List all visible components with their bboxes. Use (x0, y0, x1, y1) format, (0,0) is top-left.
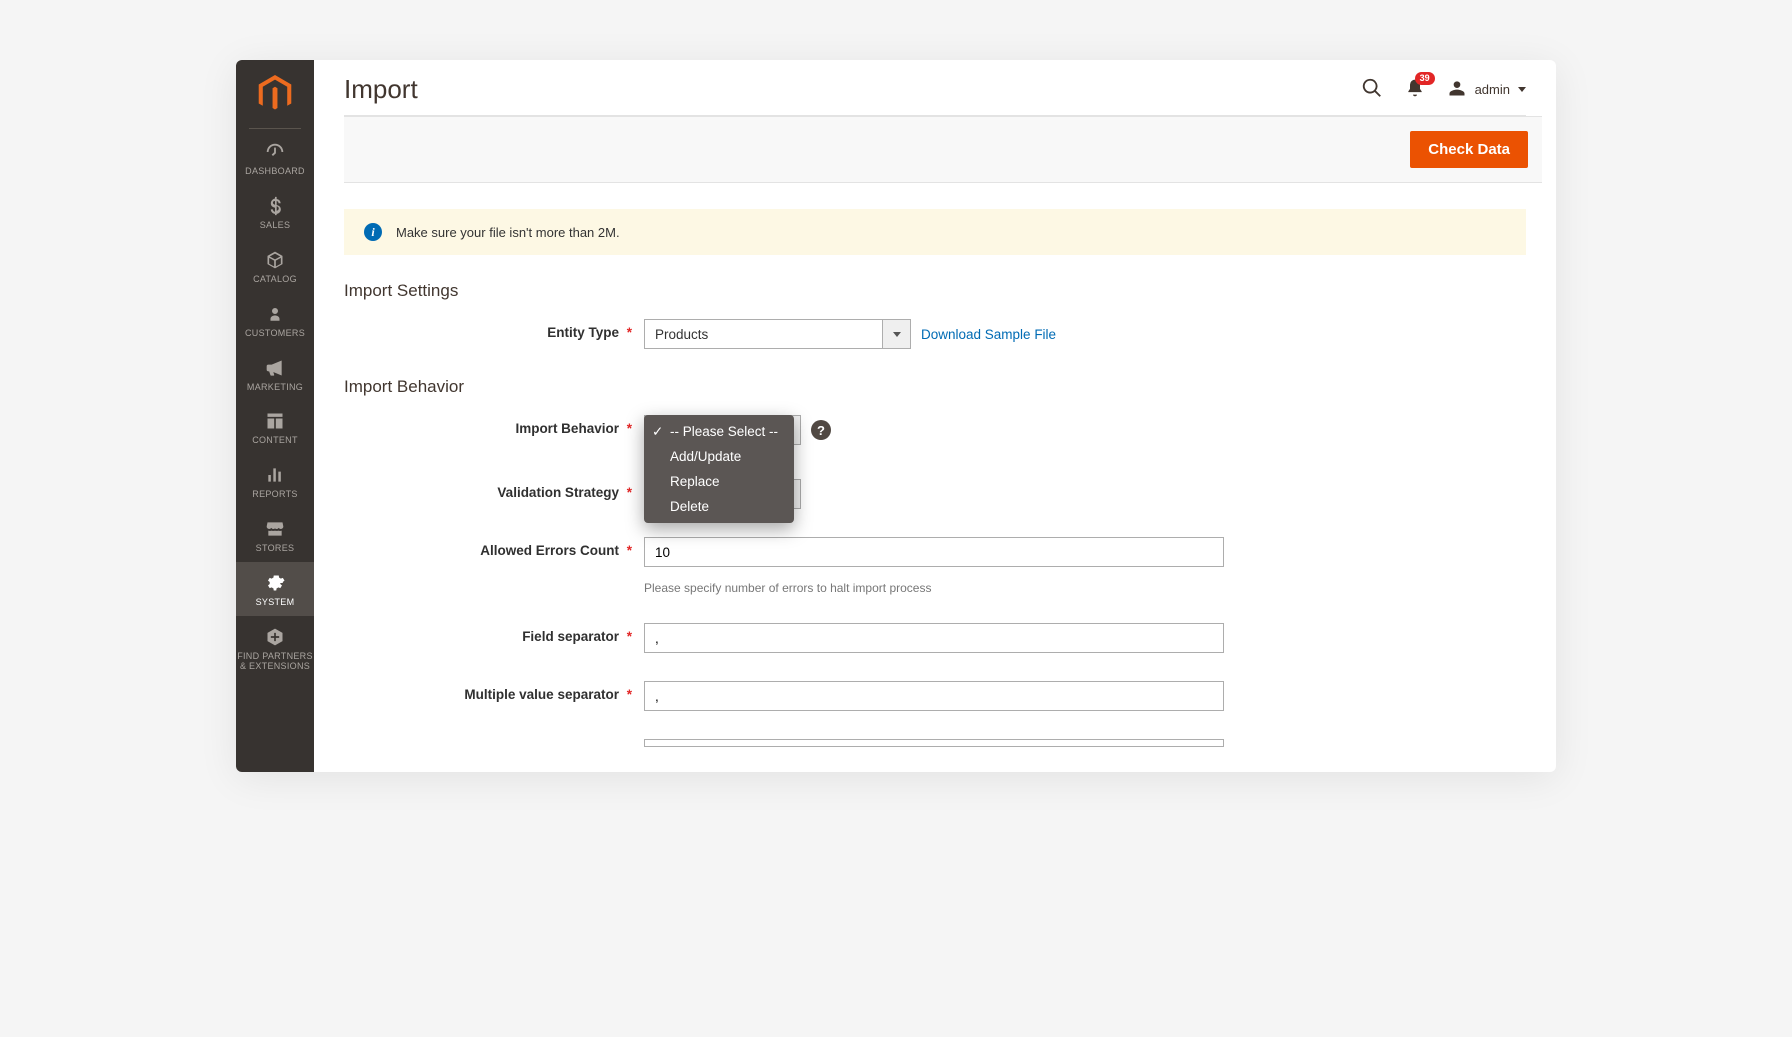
required-star-icon: * (627, 325, 632, 340)
sidebar-item-label: CATALOG (253, 275, 297, 285)
sidebar-item-marketing[interactable]: MARKETING (236, 347, 314, 401)
main-panel[interactable]: Import 39 admin (314, 60, 1556, 772)
notification-count-badge: 39 (1415, 72, 1435, 85)
admin-sidebar: DASHBOARD SALES CATALOG CUSTOMERS MARKET… (236, 60, 314, 772)
user-name-label: admin (1475, 82, 1510, 97)
entity-type-value: Products (645, 320, 882, 348)
bars-icon (263, 464, 287, 486)
sidebar-item-stores[interactable]: STORES (236, 508, 314, 562)
dollar-icon (263, 195, 287, 217)
box-icon (263, 249, 287, 271)
user-icon (1447, 78, 1467, 101)
label-entity-type: Entity Type * (344, 319, 644, 340)
megaphone-icon (263, 357, 287, 379)
sidebar-item-catalog[interactable]: CATALOG (236, 239, 314, 293)
row-field-separator: Field separator * (344, 623, 1526, 653)
sidebar-item-dashboard[interactable]: DASHBOARD (236, 131, 314, 185)
row-cutoff (344, 739, 1526, 760)
user-menu[interactable]: admin (1447, 78, 1526, 101)
action-bar: Check Data (344, 116, 1542, 183)
required-star-icon: * (627, 421, 632, 436)
sidebar-item-system[interactable]: SYSTEM (236, 562, 314, 616)
check-data-button[interactable]: Check Data (1410, 131, 1528, 168)
download-sample-link[interactable]: Download Sample File (921, 327, 1056, 342)
sidebar-item-label: SALES (260, 221, 291, 231)
sidebar-item-label: DASHBOARD (245, 167, 305, 177)
allowed-errors-input[interactable] (644, 537, 1224, 567)
notice-text: Make sure your file isn't more than 2M. (396, 225, 620, 240)
import-behavior-dropdown: -- Please Select -- Add/Update Replace D… (644, 415, 794, 523)
sidebar-item-label: REPORTS (252, 490, 297, 500)
chevron-down-icon (1518, 87, 1526, 92)
search-button[interactable] (1361, 77, 1383, 102)
search-icon (1361, 77, 1383, 102)
dropdown-option-delete[interactable]: Delete (644, 494, 794, 519)
sidebar-item-content[interactable]: CONTENT (236, 400, 314, 454)
gear-icon (263, 572, 287, 594)
cutoff-input[interactable] (644, 739, 1224, 747)
label-multiple-value-separator: Multiple value separator * (344, 681, 644, 702)
layout-icon (263, 410, 287, 432)
page-title: Import (344, 74, 418, 105)
multiple-value-separator-input[interactable] (644, 681, 1224, 711)
allowed-errors-note: Please specify number of errors to halt … (644, 581, 931, 595)
sidebar-item-customers[interactable]: CUSTOMERS (236, 293, 314, 347)
app-window: DASHBOARD SALES CATALOG CUSTOMERS MARKET… (236, 60, 1556, 772)
dropdown-option-replace[interactable]: Replace (644, 469, 794, 494)
page-header: Import 39 admin (314, 60, 1556, 115)
dropdown-option-add-update[interactable]: Add/Update (644, 444, 794, 469)
row-allowed-errors: Allowed Errors Count * Please specify nu… (344, 537, 1526, 595)
sidebar-item-label: CONTENT (252, 436, 298, 446)
magento-logo-icon[interactable] (255, 74, 295, 114)
section-title-import-behavior: Import Behavior (344, 377, 1526, 397)
section-title-import-settings: Import Settings (344, 281, 1526, 301)
file-size-notice: i Make sure your file isn't more than 2M… (344, 209, 1526, 255)
row-import-behavior: Import Behavior * ? -- Please Select -- … (344, 415, 1526, 445)
required-star-icon: * (627, 687, 632, 702)
notifications-button[interactable]: 39 (1405, 78, 1425, 101)
help-tooltip-icon[interactable]: ? (811, 420, 831, 440)
required-star-icon: * (627, 485, 632, 500)
sidebar-item-label: STORES (256, 544, 295, 554)
content-area: i Make sure your file isn't more than 2M… (314, 183, 1556, 760)
sidebar-item-sales[interactable]: SALES (236, 185, 314, 239)
chevron-down-icon (882, 320, 910, 348)
sidebar-item-label: MARKETING (247, 383, 303, 393)
label-validation-strategy: Validation Strategy * (344, 479, 644, 500)
sidebar-item-partners[interactable]: FIND PARTNERS & EXTENSIONS (236, 616, 314, 680)
info-icon: i (364, 223, 382, 241)
row-validation-strategy: Validation Strategy * (344, 479, 1526, 509)
sidebar-item-label: CUSTOMERS (245, 329, 305, 339)
sidebar-item-reports[interactable]: REPORTS (236, 454, 314, 508)
person-icon (263, 303, 287, 325)
field-separator-input[interactable] (644, 623, 1224, 653)
row-multiple-value-separator: Multiple value separator * (344, 681, 1526, 711)
partners-icon (263, 626, 287, 648)
row-entity-type: Entity Type * Products Download Sample F… (344, 319, 1526, 349)
sidebar-item-label: SYSTEM (256, 598, 295, 608)
store-icon (263, 518, 287, 540)
label-import-behavior: Import Behavior * (344, 415, 644, 436)
sidebar-divider (249, 128, 301, 129)
required-star-icon: * (627, 543, 632, 558)
entity-type-select[interactable]: Products (644, 319, 911, 349)
dashboard-icon (263, 141, 287, 163)
sidebar-item-label: FIND PARTNERS & EXTENSIONS (236, 652, 314, 672)
label-allowed-errors: Allowed Errors Count * (344, 537, 644, 558)
label-field-separator: Field separator * (344, 623, 644, 644)
dropdown-option-please-select[interactable]: -- Please Select -- (644, 419, 794, 444)
required-star-icon: * (627, 629, 632, 644)
